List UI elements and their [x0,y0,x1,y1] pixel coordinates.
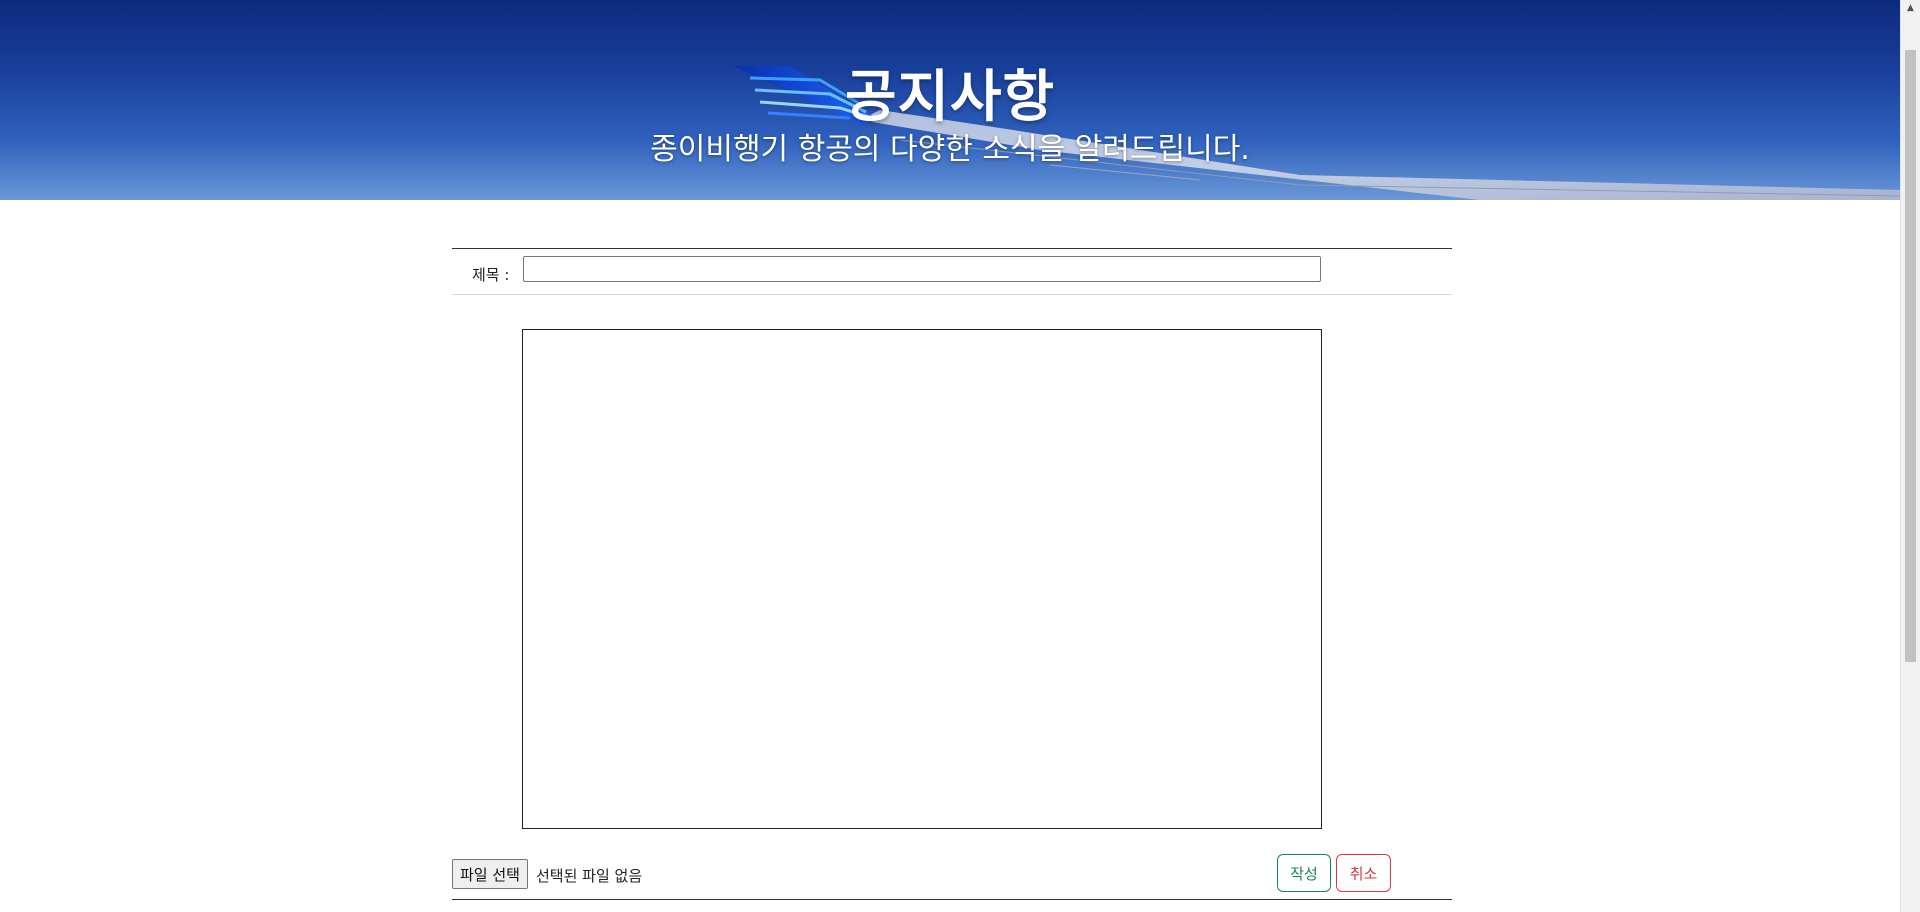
title-input[interactable] [523,256,1321,282]
caret-up-icon[interactable]: ▲ [1901,0,1920,17]
bottom-divider [452,899,1452,900]
page: 공지사항 종이비행기 항공의 다양한 소식을 알려드립니다. 제목 : 파일 선… [0,0,1900,912]
file-status-text: 선택된 파일 없음 [536,867,643,885]
cancel-button[interactable]: 취소 [1336,854,1391,892]
scrollbar-thumb[interactable] [1905,50,1916,662]
header-banner: 공지사항 종이비행기 항공의 다양한 소식을 알려드립니다. [0,0,1900,200]
vertical-scrollbar[interactable]: ▲ [1900,0,1920,912]
file-select-button[interactable]: 파일 선택 [452,859,528,889]
title-divider [452,294,1452,295]
title-label: 제목 : [472,266,510,284]
submit-button[interactable]: 작성 [1277,854,1331,892]
title-row: 제목 : [452,256,1452,292]
content-textarea[interactable] [522,329,1322,829]
page-title: 공지사항 [844,65,1056,130]
page-subtitle: 종이비행기 항공의 다양한 소식을 알려드립니다. [650,132,1250,167]
top-divider [452,248,1452,249]
